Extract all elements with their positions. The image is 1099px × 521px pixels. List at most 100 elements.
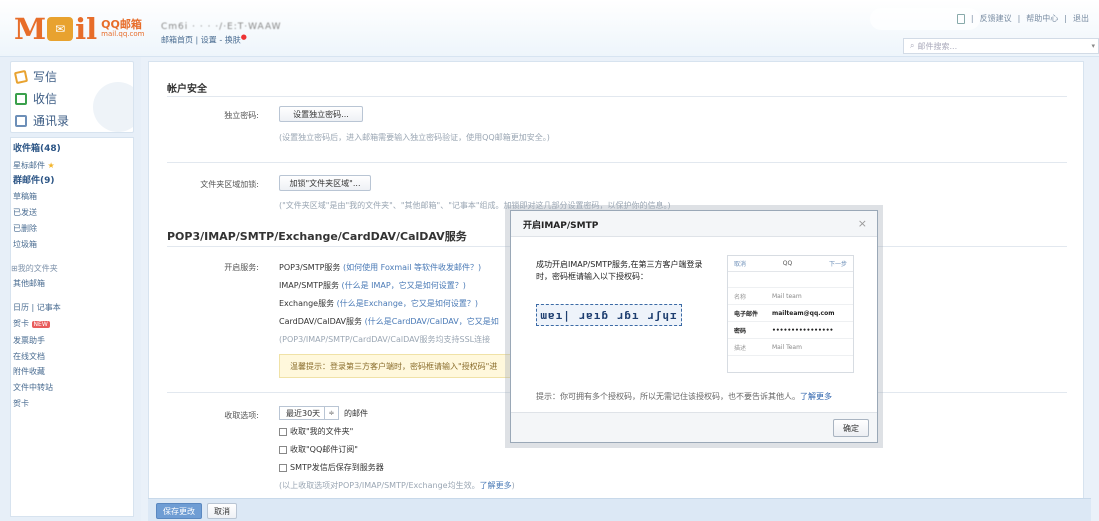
receive-range-select[interactable]: 最近30天 ≑ bbox=[279, 406, 339, 420]
receive-suffix: 的邮件 bbox=[344, 409, 368, 418]
left-sidebar: 写信 收信 通讯录 收件箱(48) 星标邮件 ★ 群邮件(9) 草稿箱 已发送 … bbox=[0, 57, 141, 521]
help-link[interactable]: 帮助中心 bbox=[1026, 13, 1058, 24]
mobile-icon[interactable] bbox=[956, 13, 965, 24]
checkbox-icon bbox=[279, 463, 287, 472]
dialog-message: 成功开启IMAP/SMTP服务,在第三方客户端登录时，密码框请输入以下授权码： bbox=[536, 260, 703, 281]
logo-letters-left: M bbox=[14, 12, 46, 46]
learn-more-link[interactable]: 了解更多 bbox=[800, 392, 832, 401]
folder-drafts[interactable]: 草稿箱 bbox=[11, 189, 133, 205]
folder-list: 收件箱(48) 星标邮件 ★ 群邮件(9) 草稿箱 已发送 已删除 垃圾箱 ⊞我… bbox=[10, 137, 134, 517]
cards-link[interactable]: 贺卡 bbox=[11, 396, 133, 412]
dialog-footnote: 提示：你可拥有多个授权码，所以无需记住该授权码，也不要告诉其他人。了解更多 bbox=[536, 392, 832, 401]
receive-subscription-checkbox[interactable]: 收取"QQ邮件订阅" bbox=[279, 444, 358, 455]
nav-home-link[interactable]: 邮箱首页 bbox=[161, 35, 193, 44]
select-arrow-icon: ≑ bbox=[324, 407, 338, 419]
receive-my-folders-checkbox[interactable]: 收取"我的文件夹" bbox=[279, 426, 353, 437]
account-security-title: 帐户安全 bbox=[167, 84, 207, 95]
learn-more-link[interactable]: 了解更多 bbox=[480, 481, 512, 490]
greeting-link[interactable]: 贺卡 NEW bbox=[11, 316, 133, 333]
contacts-icon bbox=[15, 114, 27, 127]
search-input[interactable]: ⌕ 邮件搜索... bbox=[903, 38, 1099, 54]
dialog-footer: 确定 bbox=[511, 412, 877, 442]
docs-link[interactable]: 在线文档 bbox=[11, 349, 133, 365]
feedback-link[interactable]: 反馈建议 bbox=[980, 13, 1012, 24]
calendar-notepad-row: 日历 | 记事本 bbox=[13, 303, 61, 313]
receive-hint: (以上收取选项对POP3/IMAP/SMTP/Exchange均生效。了解更多) bbox=[279, 481, 515, 490]
new-badge: NEW bbox=[31, 320, 50, 328]
logout-link[interactable]: 退出 bbox=[1073, 13, 1089, 24]
enable-service-label: 开启服务: bbox=[224, 263, 259, 272]
folder-deleted[interactable]: 已删除 bbox=[11, 221, 133, 237]
folder-other-mail[interactable]: 其他邮箱 bbox=[11, 276, 133, 292]
logo-mascot-icon: ✉ bbox=[47, 17, 74, 41]
write-button[interactable]: 写信 bbox=[13, 68, 57, 85]
qq-mail-logo[interactable]: M ✉ il QQ邮箱 mail.qq.com bbox=[14, 12, 145, 46]
carddav-service: CardDAV/CalDAV服务 (什么是CardDAV/CalDAV，它又是如 bbox=[279, 317, 499, 326]
sidebar-actions: 写信 收信 通讯录 bbox=[10, 61, 134, 133]
logo-sub: mail.qq.com bbox=[101, 30, 145, 39]
smtp-save-checkbox[interactable]: SMTP发信后保存到服务器 bbox=[279, 462, 384, 473]
checkbox-icon bbox=[279, 427, 287, 436]
close-icon[interactable]: × bbox=[858, 217, 867, 230]
attachments-link[interactable]: 附件收藏 bbox=[11, 364, 133, 380]
imap-help-link[interactable]: (什么是 IMAP，它又是如何设置？) bbox=[342, 281, 466, 290]
exchange-help-link[interactable]: (什么是Exchange，它又是如何设置？) bbox=[337, 299, 478, 308]
exchange-service: Exchange服务 (什么是Exchange，它又是如何设置？) bbox=[279, 299, 478, 308]
phone-row-password: 密码 •••••••••••••••• bbox=[728, 322, 853, 339]
checkbox-icon bbox=[279, 445, 287, 454]
nav-settings-link[interactable]: 设置 bbox=[201, 35, 217, 44]
folder-group-mail[interactable]: 群邮件(9) bbox=[11, 174, 133, 190]
inbox-icon bbox=[15, 92, 27, 105]
cancel-button[interactable]: 取消 bbox=[207, 503, 237, 519]
contacts-button[interactable]: 通讯录 bbox=[15, 112, 69, 129]
calendar-link[interactable]: 日历 bbox=[13, 303, 29, 312]
save-button[interactable]: 保存更改 bbox=[156, 503, 202, 519]
phone-row-name: 名称 Mail team bbox=[728, 288, 853, 305]
receive-options-label: 收取选项: bbox=[224, 411, 259, 420]
folder-spam[interactable]: 垃圾箱 bbox=[11, 237, 133, 253]
authorization-code[interactable]: ɯɐı| ɹɐıɓ ɹɓı ɹʃɥɪ bbox=[536, 304, 682, 326]
client-setup-illustration: 取消 QQ 下一步 名称 Mail team 电子邮件 mailteam@qq.co… bbox=[727, 255, 854, 373]
imap-smtp-service: IMAP/SMTP服务 (什么是 IMAP，它又是如何设置？) bbox=[279, 281, 466, 290]
ok-button[interactable]: 确定 bbox=[833, 419, 869, 437]
top-right-links: | 反馈建议 | 帮助中心 | 退出 bbox=[956, 13, 1089, 24]
logo-letters-right: il bbox=[75, 12, 98, 46]
folder-sent[interactable]: 已发送 bbox=[11, 205, 133, 221]
skin-dot-icon: ● bbox=[240, 32, 247, 41]
password-hint: (设置独立密码后，进入邮箱需要输入独立密码验证，使用QQ邮箱更加安全。) bbox=[279, 133, 550, 142]
pop-section-title: POP3/IMAP/SMTP/Exchange/CardDAV/CalDAV服务 bbox=[167, 230, 467, 243]
invoice-link[interactable]: 发票助手 bbox=[11, 333, 133, 349]
user-account-blurred: Cm6i · · · ·/·E:T·WAAW bbox=[161, 22, 282, 32]
phone-row-description: 描述 Mail Team bbox=[728, 339, 853, 356]
receive-button[interactable]: 收信 bbox=[15, 90, 57, 107]
user-block: Cm6i · · · ·/·E:T·WAAW 邮箱首页 | 设置 - 换肤● bbox=[161, 22, 282, 45]
imap-smtp-dialog: 开启IMAP/SMTP × 成功开启IMAP/SMTP服务,在第三方客户端登录时… bbox=[510, 210, 878, 443]
lock-folder-button[interactable]: 加锁"文件夹区域"... bbox=[279, 175, 371, 191]
ssl-hint: (POP3/IMAP/SMTP/CardDAV/CalDAV服务均支持SSL连接 bbox=[279, 335, 491, 344]
phone-title: QQ bbox=[782, 260, 793, 267]
notepad-link[interactable]: 记事本 bbox=[37, 303, 61, 312]
dialog-title: 开启IMAP/SMTP bbox=[523, 221, 599, 231]
folder-my-folders[interactable]: ⊞我的文件夹 bbox=[11, 261, 133, 277]
top-header: M ✉ il QQ邮箱 mail.qq.com Cm6i · · · ·/·E:… bbox=[0, 0, 1099, 57]
star-icon: ★ bbox=[47, 160, 55, 170]
independent-password-label: 独立密码: bbox=[224, 111, 259, 120]
expand-icon: ⊞ bbox=[11, 263, 18, 273]
folder-lock-label: 文件夹区域加锁: bbox=[200, 180, 259, 189]
phone-next: 下一步 bbox=[828, 261, 847, 268]
foxmail-help-link[interactable]: (如何使用 Foxmail 等软件收发邮件？) bbox=[343, 263, 481, 272]
warm-tip: 温馨提示：登录第三方客户端时，密码框请输入"授权码"进 bbox=[279, 354, 519, 378]
set-password-button[interactable]: 设置独立密码... bbox=[279, 106, 363, 122]
phone-cancel: 取消 bbox=[734, 261, 747, 268]
folder-starred[interactable]: 星标邮件 ★ bbox=[11, 158, 133, 174]
phone-row-email: 电子邮件 mailteam@qq.com bbox=[728, 305, 853, 322]
nav-skin-link[interactable]: 换肤 bbox=[225, 35, 241, 44]
search-dropdown-icon[interactable]: ▾ bbox=[1091, 42, 1095, 50]
search-icon: ⌕ bbox=[910, 41, 915, 50]
transfer-link[interactable]: 文件中转站 bbox=[11, 380, 133, 396]
pencil-icon bbox=[13, 69, 29, 84]
pop3-smtp-service: POP3/SMTP服务 (如何使用 Foxmail 等软件收发邮件？) bbox=[279, 263, 482, 272]
settings-footer: 保存更改 取消 bbox=[148, 498, 1091, 521]
folder-inbox[interactable]: 收件箱(48) bbox=[11, 142, 133, 158]
carddav-help-link[interactable]: (什么是CardDAV/CalDAV，它又是如 bbox=[365, 317, 499, 326]
